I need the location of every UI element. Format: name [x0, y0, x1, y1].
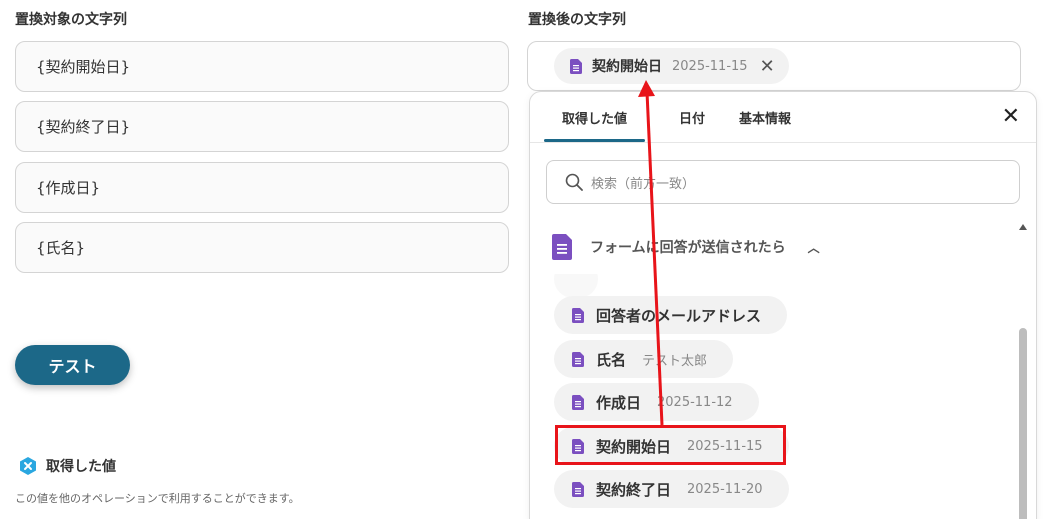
- acquired-values-icon: [20, 457, 36, 475]
- list-item-contract-end[interactable]: 契約終了日 2025-11-20: [554, 470, 789, 508]
- form-doc-icon: [572, 351, 584, 367]
- item-value: 2025-11-20: [687, 481, 763, 497]
- item-label: 作成日: [596, 393, 642, 412]
- list-item-email[interactable]: 回答者のメールアドレス: [554, 296, 788, 334]
- highlight-annotation-box: [555, 425, 786, 465]
- acquired-values-description: この値を他のオペレーションで利用することができます。: [15, 492, 300, 505]
- source-string-label: 置換対象の文字列: [15, 12, 127, 28]
- chip-value: 2025-11-15: [672, 58, 748, 74]
- chip-remove-icon[interactable]: ✕: [760, 56, 775, 77]
- source-field-created[interactable]: {作成日}: [15, 162, 509, 213]
- chip-label: 契約開始日: [592, 59, 662, 75]
- google-forms-icon: [552, 234, 572, 260]
- chevron-up-icon[interactable]: ︿: [808, 239, 820, 256]
- acquired-values-title: 取得した値: [46, 459, 116, 475]
- source-field-contract-end[interactable]: {契約終了日}: [15, 101, 509, 152]
- form-group-header[interactable]: フォームに回答が送信されたら ︿: [552, 234, 820, 260]
- form-doc-icon: [572, 394, 584, 410]
- close-icon[interactable]: ✕: [1002, 106, 1020, 128]
- tab-date[interactable]: 日付: [679, 92, 705, 142]
- tab-acquired-values[interactable]: 取得した値: [544, 92, 646, 142]
- list-item-created[interactable]: 作成日 2025-11-12: [554, 383, 759, 421]
- list-item-partial: [554, 274, 598, 298]
- search-icon: [565, 173, 583, 191]
- test-button[interactable]: テスト: [15, 345, 130, 385]
- replacement-string-label: 置換後の文字列: [528, 12, 626, 28]
- form-doc-icon: [570, 58, 582, 74]
- tab-basic-info[interactable]: 基本情報: [739, 92, 791, 142]
- panel-tabs: 取得した値 日付 基本情報: [544, 92, 791, 142]
- scrollbar-thumb[interactable]: [1019, 328, 1027, 519]
- form-group-title: フォームに回答が送信されたら: [590, 240, 786, 256]
- search-input[interactable]: 検索（前方一致）: [546, 160, 1020, 204]
- selected-value-chip[interactable]: 契約開始日 2025-11-15 ✕: [554, 48, 789, 84]
- value-list: 回答者のメールアドレス 氏名 テスト太郎 作成日 2025-11-12 契約開始…: [530, 274, 1020, 519]
- form-doc-icon: [572, 481, 584, 497]
- source-field-name[interactable]: {氏名}: [15, 222, 509, 273]
- scrollbar[interactable]: [1016, 222, 1030, 519]
- tabs-divider: [530, 142, 1036, 143]
- form-doc-icon: [572, 307, 584, 323]
- acquired-values-heading: 取得した値: [18, 456, 116, 476]
- item-label: 回答者のメールアドレス: [596, 306, 762, 325]
- item-value: テスト太郎: [642, 353, 708, 369]
- item-label: 氏名: [596, 350, 627, 369]
- item-label: 契約終了日: [596, 480, 672, 499]
- list-item-name[interactable]: 氏名 テスト太郎: [554, 340, 734, 378]
- scroll-up-arrow-icon[interactable]: [1019, 224, 1027, 230]
- search-placeholder: 検索（前方一致）: [591, 176, 696, 192]
- source-field-contract-start[interactable]: {契約開始日}: [15, 41, 509, 92]
- item-value: 2025-11-12: [657, 394, 733, 410]
